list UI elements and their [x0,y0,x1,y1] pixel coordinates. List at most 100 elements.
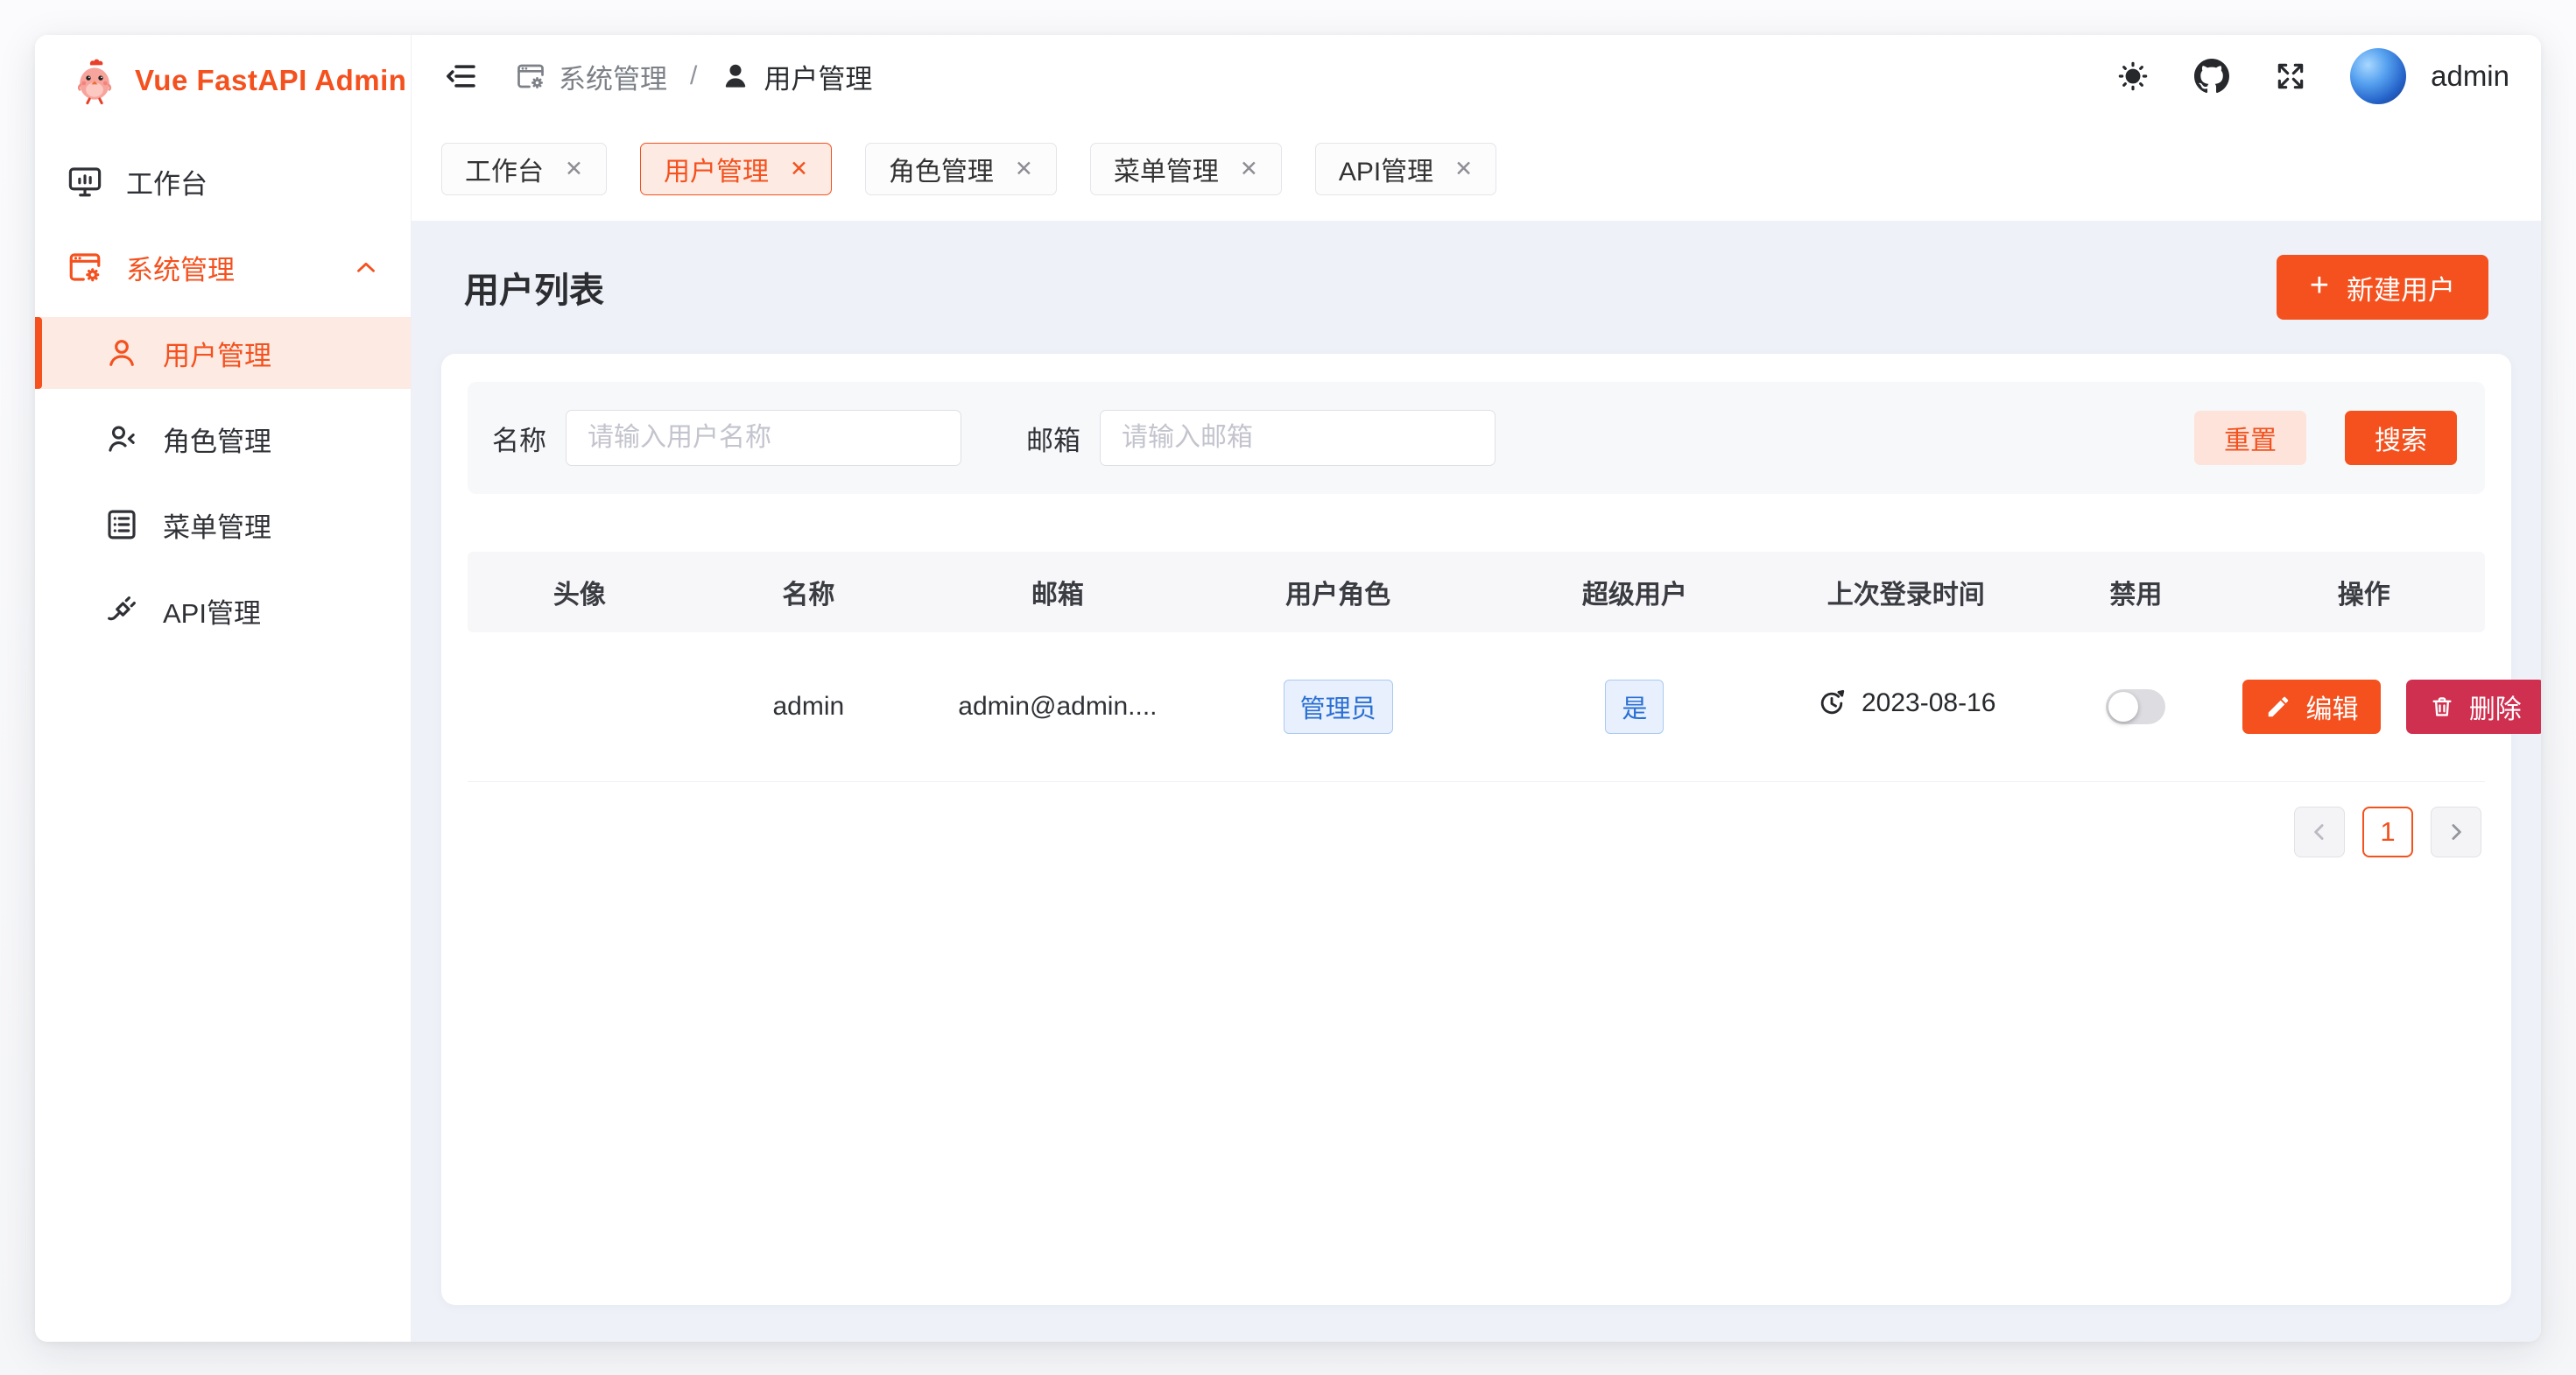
sun-icon [2115,59,2150,94]
tabbar: 工作台 ✕ 用户管理 ✕ 角色管理 ✕ 菜单管理 ✕ API管理 ✕ [412,117,2541,221]
sidebar-item-workbench[interactable]: 工作台 [35,145,411,217]
main-area: 系统管理 / 用户管理 [412,35,2541,1342]
sidebar-item-roles[interactable]: 角色管理 [35,403,411,475]
delete-button[interactable]: 删除 [2406,680,2541,734]
trash-icon [2429,694,2455,720]
close-icon[interactable]: ✕ [1454,159,1473,180]
topbar-actions: admin [2114,48,2509,104]
plug-icon [103,592,140,629]
name-input[interactable] [566,410,961,466]
edit-button[interactable]: 编辑 [2242,680,2381,734]
user-avatar[interactable] [2350,48,2406,104]
breadcrumb: 系统管理 / 用户管理 [515,57,872,96]
breadcrumb-label: 用户管理 [764,57,872,96]
role-icon [103,420,140,457]
chevron-right-icon [2443,819,2469,845]
cell-avatar [468,632,692,781]
tab-label: 工作台 [465,150,544,188]
close-icon[interactable]: ✕ [1015,159,1033,180]
sidebar-item-label: 菜单管理 [163,505,271,545]
topbar: 系统管理 / 用户管理 [412,35,2541,117]
tab-label: 角色管理 [889,150,994,188]
column-role: 用户角色 [1190,552,1487,632]
sidebar-item-api[interactable]: API管理 [35,575,411,646]
column-actions: 操作 [2242,552,2485,632]
tab-label: 菜单管理 [1114,150,1219,188]
role-badge: 管理员 [1284,680,1393,734]
chevron-up-icon [351,252,381,282]
sidebar-item-label: 工作台 [126,162,208,201]
sidebar-collapse-button[interactable] [441,57,480,95]
pagination-next-button[interactable] [2431,807,2481,857]
app-title: Vue FastAPI Admin [135,64,406,97]
sidebar-item-label: 用户管理 [163,334,271,373]
column-name: 名称 [692,552,926,632]
cell-name: admin [692,632,926,781]
cell-actions: 编辑 删除 [2242,632,2485,781]
email-input[interactable] [1100,410,1496,466]
tab-users[interactable]: 用户管理 ✕ [640,143,832,195]
app-window: Vue FastAPI Admin 工作台 系统管理 [35,35,2541,1342]
github-link[interactable] [2192,57,2231,95]
sidebar: Vue FastAPI Admin 工作台 系统管理 [35,35,412,1342]
sidebar-item-label: API管理 [163,591,261,631]
tab-workbench[interactable]: 工作台 ✕ [441,143,607,195]
edit-button-label: 编辑 [2305,688,2358,726]
sidebar-item-users[interactable]: 用户管理 [35,317,411,389]
column-superuser: 超级用户 [1486,552,1783,632]
page-title: 用户列表 [464,262,604,313]
page-header: 用户列表 + 新建用户 [441,221,2511,354]
clock-history-icon [1816,688,1848,719]
pagination-prev-button[interactable] [2294,807,2345,857]
chicken-logo-icon [70,56,119,105]
sidebar-menu: 工作台 系统管理 用户管理 [35,126,411,660]
pencil-icon [2265,694,2291,720]
new-user-button[interactable]: + 新建用户 [2277,255,2488,320]
search-button[interactable]: 搜索 [2345,411,2457,465]
table-row: admin admin@admin.... 管理员 是 [468,632,2485,781]
breadcrumb-system[interactable]: 系统管理 [515,57,667,96]
superuser-badge: 是 [1605,680,1664,734]
column-last-login: 上次登录时间 [1783,552,2029,632]
users-table: 头像 名称 邮箱 用户角色 超级用户 上次登录时间 禁用 操作 [468,552,2485,782]
monitor-icon [67,163,103,200]
toggle-knob [2108,692,2138,722]
plus-icon: + [2310,267,2329,305]
chevron-left-icon [2306,819,2333,845]
last-login-value: 2023-08-16 [1862,688,1995,718]
tab-label: API管理 [1339,150,1433,188]
close-icon[interactable]: ✕ [1240,159,1258,180]
github-icon [2194,59,2229,94]
disabled-toggle[interactable] [2106,689,2165,724]
delete-button-label: 删除 [2469,688,2522,726]
sidebar-item-label: 系统管理 [126,248,235,287]
tab-api[interactable]: API管理 ✕ [1315,143,1496,195]
cell-superuser: 是 [1486,632,1783,781]
reset-button[interactable]: 重置 [2194,411,2306,465]
tab-menus[interactable]: 菜单管理 ✕ [1090,143,1282,195]
new-user-button-label: 新建用户 [2347,268,2455,307]
close-icon[interactable]: ✕ [790,159,808,180]
email-field-label: 邮箱 [1026,419,1080,458]
sidebar-item-label: 角色管理 [163,420,271,459]
menu-fold-icon [443,59,478,94]
table-header-row: 头像 名称 邮箱 用户角色 超级用户 上次登录时间 禁用 操作 [468,552,2485,632]
pagination-page-1[interactable]: 1 [2362,807,2413,857]
tab-label: 用户管理 [664,150,769,188]
column-disabled: 禁用 [2029,552,2242,632]
theme-toggle-button[interactable] [2114,57,2152,95]
username-label[interactable]: admin [2431,60,2509,93]
sidebar-item-menus[interactable]: 菜单管理 [35,489,411,561]
name-field-label: 名称 [492,419,546,458]
fullscreen-button[interactable] [2271,57,2310,95]
breadcrumb-label: 系统管理 [559,57,667,96]
breadcrumb-separator: / [690,61,697,91]
tab-roles[interactable]: 角色管理 ✕ [865,143,1057,195]
cell-role: 管理员 [1190,632,1487,781]
system-settings-icon [515,60,546,92]
close-icon[interactable]: ✕ [565,159,583,180]
cell-disabled [2029,632,2242,781]
breadcrumb-users[interactable]: 用户管理 [720,57,872,96]
user-list-card: 名称 邮箱 重置 搜索 头像 名称 [441,354,2511,1305]
sidebar-item-system[interactable]: 系统管理 [35,231,411,303]
